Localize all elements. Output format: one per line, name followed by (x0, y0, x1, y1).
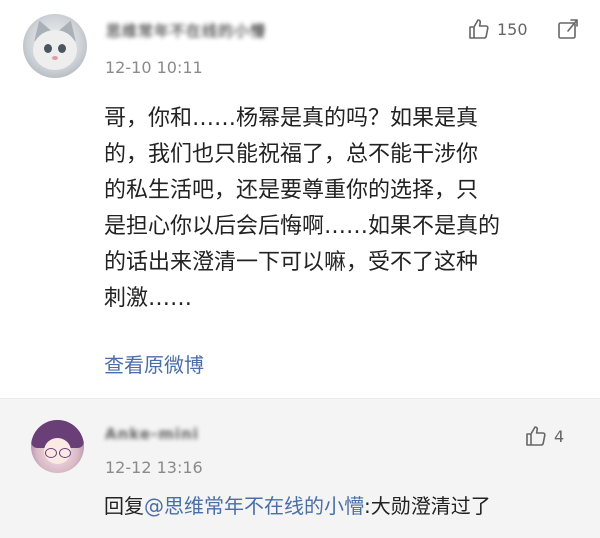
cat-eye (44, 44, 52, 53)
reply-text: 回复@思维常年不在线的小懵:大勋澄清过了 (104, 490, 491, 519)
comment-text: 哥，你和……杨幂是真的吗？如果是真 的，我们也只能祝福了，总不能干涉你 的私生活… (104, 101, 564, 317)
reply-card: Anke-mini 12-12 13:16 4 回复@思维常年不在线的小懵:大勋… (0, 398, 600, 538)
like-count: 150 (497, 19, 528, 39)
avatar-glasses (59, 448, 71, 458)
comment-line: 刺激…… (104, 286, 193, 311)
reply-body: :大勋澄清过了 (364, 494, 491, 518)
cat-face (33, 30, 77, 70)
username[interactable]: 思维常年不在线的小懵 (106, 20, 266, 41)
comment-line: 是担心你以后会后悔啊……如果不是真的 (104, 214, 501, 239)
thumbs-up-icon (469, 19, 489, 39)
avatar[interactable] (23, 14, 87, 78)
comment-line: 的话出来澄清一下可以嘛，受不了这种 (104, 250, 479, 275)
comment-card: 思维常年不在线的小懵 12-10 10:11 150 哥，你和……杨幂是真的吗？… (0, 0, 600, 398)
username[interactable]: Anke-mini (105, 425, 199, 443)
reply-prefix: 回复 (104, 494, 144, 518)
cat-eye (58, 44, 66, 53)
cat-nose (52, 56, 58, 60)
timestamp: 12-12 13:16 (105, 458, 203, 477)
comment-line: 的私生活吧，还是要尊重你的选择，只 (104, 178, 479, 203)
like-button[interactable]: 4 (524, 424, 564, 448)
share-icon (558, 19, 578, 39)
like-count: 4 (554, 426, 565, 446)
like-button[interactable]: 150 (467, 17, 528, 41)
timestamp: 12-10 10:11 (105, 58, 203, 77)
comment-line: 哥，你和……杨幂是真的吗？如果是真 (104, 106, 479, 131)
avatar-glasses (45, 448, 57, 458)
view-original-link[interactable]: 查看原微博 (104, 349, 204, 378)
share-button[interactable] (556, 17, 580, 45)
avatar[interactable] (31, 420, 84, 473)
mention-link[interactable]: @思维常年不在线的小懵 (144, 494, 364, 518)
thumbs-up-icon (526, 426, 546, 446)
comment-line: 的，我们也只能祝福了，总不能干涉你 (104, 142, 479, 167)
